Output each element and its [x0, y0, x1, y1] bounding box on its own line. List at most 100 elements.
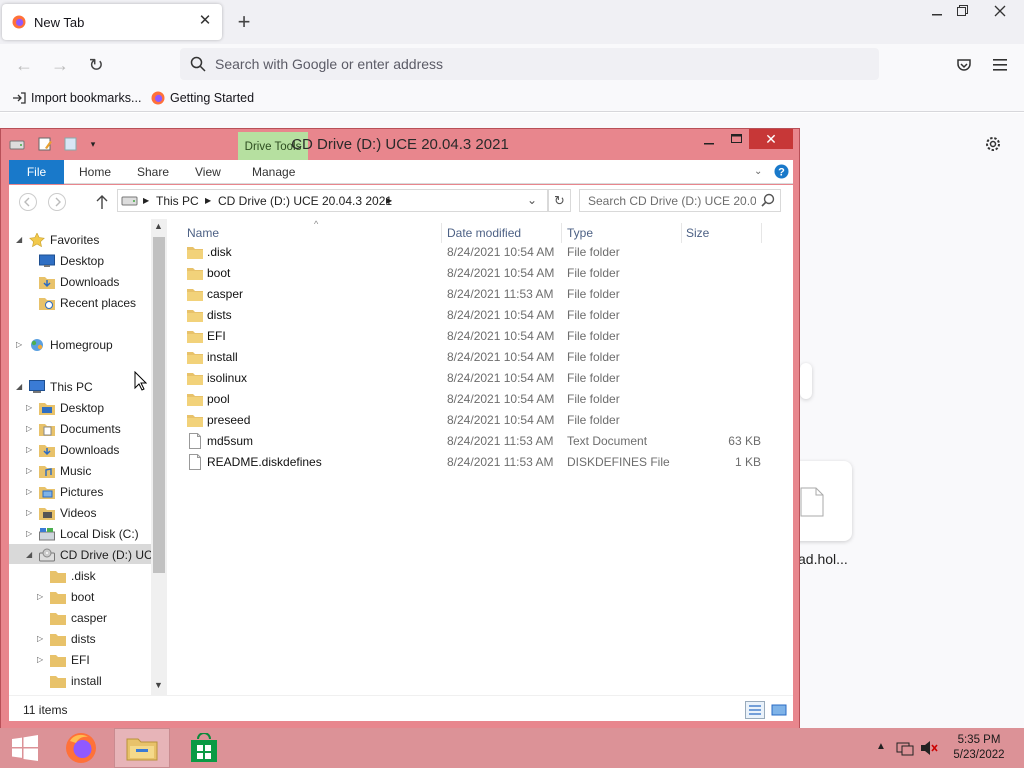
expand-icon[interactable]: ▷	[26, 524, 32, 544]
column-divider[interactable]	[441, 223, 442, 243]
tab-share[interactable]: Share	[137, 160, 169, 184]
expand-icon[interactable]: ▷	[26, 482, 32, 502]
table-row[interactable]: isolinux 8/24/2021 10:54 AM File folder	[185, 368, 775, 388]
expand-icon[interactable]: ▷	[37, 629, 43, 649]
new-tab-button[interactable]: +	[232, 9, 256, 35]
chevron-right-icon: ▶	[143, 196, 150, 205]
table-row[interactable]: pool 8/24/2021 10:54 AM File folder	[185, 389, 775, 409]
taskbar-file-explorer[interactable]	[114, 728, 170, 768]
refresh-icon[interactable]: ↻	[548, 189, 571, 212]
getting-started-link[interactable]: Getting Started	[151, 91, 254, 105]
import-bookmarks-label: Import bookmarks...	[31, 91, 142, 105]
column-header-date[interactable]: Date modified	[447, 226, 521, 240]
expand-icon[interactable]: ▷	[26, 503, 32, 523]
table-row[interactable]: casper 8/24/2021 11:53 AM File folder	[185, 284, 775, 304]
tab-home[interactable]: Home	[79, 160, 111, 184]
browser-tab-bar: New Tab ✕ +	[0, 0, 1024, 44]
expand-icon[interactable]: ▷	[26, 461, 32, 481]
taskbar-firefox[interactable]	[53, 728, 109, 768]
column-header-type[interactable]: Type	[567, 226, 593, 240]
start-button[interactable]	[0, 728, 56, 768]
address-dropdown-icon[interactable]: ⌄	[527, 193, 537, 207]
folder-icon	[187, 244, 203, 260]
tab-manage[interactable]: Manage	[252, 160, 295, 184]
taskbar-store[interactable]	[176, 728, 232, 768]
column-header-name[interactable]: Name	[187, 226, 219, 240]
browser-tab[interactable]: New Tab ✕	[2, 4, 222, 40]
folder-icon	[50, 592, 66, 604]
nav-scrollbar[interactable]: ▲ ▼	[151, 219, 167, 695]
search-input[interactable]: Search CD Drive (D:) UCE 20.0...	[579, 189, 781, 212]
network-icon[interactable]	[896, 740, 914, 756]
forward-icon[interactable]	[47, 192, 67, 215]
table-row[interactable]: preseed 8/24/2021 10:54 AM File folder	[185, 410, 775, 430]
expand-ribbon-icon[interactable]: ⌄	[754, 160, 762, 184]
column-header-size[interactable]: Size	[686, 226, 709, 240]
expand-icon[interactable]: ▷	[26, 440, 32, 460]
expand-icon[interactable]: ▷	[37, 587, 43, 607]
help-icon[interactable]: ?	[774, 160, 789, 184]
expand-icon[interactable]: ▷	[16, 335, 22, 355]
back-icon[interactable]: ←	[10, 52, 38, 78]
file-name: boot	[207, 266, 231, 280]
column-divider[interactable]	[761, 223, 762, 243]
tab-view[interactable]: View	[195, 160, 221, 184]
column-divider[interactable]	[681, 223, 682, 243]
shortcut-tile[interactable]	[800, 363, 812, 399]
close-tab-icon[interactable]: ✕	[196, 11, 214, 31]
tab-file[interactable]: File	[9, 160, 64, 184]
back-icon[interactable]	[18, 192, 38, 215]
collapse-icon[interactable]: ◢	[16, 230, 22, 250]
chevron-right-icon: ▶	[205, 196, 212, 205]
breadcrumb[interactable]: ▶ This PC ▶ CD Drive (D:) UCE 20.04.3 20…	[117, 189, 548, 212]
file-date: 8/24/2021 10:54 AM	[447, 308, 555, 322]
taskbar-clock[interactable]: 5:35 PM 5/23/2022	[944, 733, 1014, 763]
import-bookmarks-link[interactable]: Import bookmarks...	[12, 91, 141, 105]
large-icons-view-icon[interactable]	[769, 701, 789, 719]
breadcrumb-this-pc[interactable]: This PC	[156, 194, 199, 208]
breadcrumb-cd-drive[interactable]: CD Drive (D:) UCE 20.04.3 2021	[218, 194, 392, 208]
music-folder-icon	[39, 466, 55, 478]
chevron-right-icon: ▶	[386, 196, 393, 205]
folder-icon	[187, 265, 203, 281]
gear-icon[interactable]	[984, 135, 1002, 153]
expand-icon[interactable]: ▷	[26, 398, 32, 418]
table-row[interactable]: README.diskdefines 8/24/2021 11:53 AM DISK…	[185, 452, 775, 472]
table-row[interactable]: install 8/24/2021 10:54 AM File folder	[185, 347, 775, 367]
table-row[interactable]: md5sum 8/24/2021 11:53 AM Text Document 63 …	[185, 431, 775, 451]
drive-icon	[121, 192, 139, 211]
expand-icon[interactable]: ▷	[26, 419, 32, 439]
table-row[interactable]: .disk 8/24/2021 10:54 AM File folder	[185, 242, 775, 262]
table-row[interactable]: boot 8/24/2021 10:54 AM File folder	[185, 263, 775, 283]
pocket-icon[interactable]	[950, 52, 978, 78]
close-window-icon[interactable]	[985, 0, 1015, 22]
scrollbar-thumb[interactable]	[153, 237, 165, 573]
close-window-icon[interactable]: ✕	[749, 129, 793, 149]
address-bar[interactable]: Search with Google or enter address	[180, 48, 879, 80]
volume-muted-icon[interactable]	[920, 740, 938, 756]
nav-label: Downloads	[60, 275, 120, 289]
column-divider[interactable]	[561, 223, 562, 243]
expand-icon[interactable]: ▷	[37, 650, 43, 670]
up-icon[interactable]	[95, 194, 109, 213]
table-row[interactable]: EFI 8/24/2021 10:54 AM File folder	[185, 326, 775, 346]
maximize-icon[interactable]	[722, 129, 750, 151]
details-view-icon[interactable]	[745, 701, 765, 719]
scroll-down-icon[interactable]: ▼	[154, 680, 163, 690]
address-row: ▶ This PC ▶ CD Drive (D:) UCE 20.04.3 20…	[9, 185, 793, 219]
clock-date: 5/23/2022	[953, 749, 1005, 761]
menu-icon[interactable]	[986, 52, 1014, 78]
minimize-icon[interactable]	[695, 129, 723, 151]
reload-icon[interactable]: ↻	[82, 52, 110, 78]
table-row[interactable]: dists 8/24/2021 10:54 AM File folder	[185, 305, 775, 325]
file-name: README.diskdefines	[207, 455, 322, 469]
file-size: 63 KB	[728, 434, 761, 448]
explorer-title-bar[interactable]: ▾ Drive Tools CD Drive (D:) UCE 20.04.3 …	[1, 129, 799, 162]
collapse-icon[interactable]: ◢	[16, 377, 22, 397]
status-bar: 11 items	[9, 695, 793, 721]
restore-icon[interactable]	[947, 0, 977, 22]
forward-icon[interactable]: →	[46, 52, 74, 78]
show-hidden-icons-icon[interactable]: ▲	[876, 741, 886, 752]
collapse-icon[interactable]: ◢	[26, 545, 32, 565]
scroll-up-icon[interactable]: ▲	[154, 221, 163, 231]
